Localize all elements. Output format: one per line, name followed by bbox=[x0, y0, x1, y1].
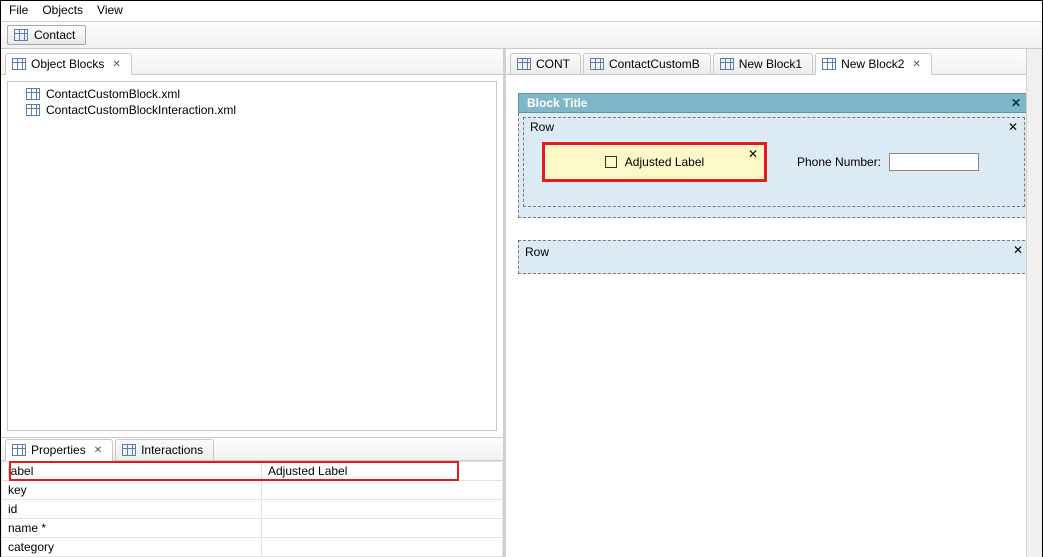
close-icon[interactable]: ✕ bbox=[748, 147, 758, 161]
object-blocks-tabbar: Object Blocks ✕ bbox=[1, 49, 503, 75]
menu-file[interactable]: File bbox=[9, 3, 28, 17]
editor-tab-cont[interactable]: CONT bbox=[510, 53, 581, 75]
properties-panel: label Adjusted Label key id name * categ… bbox=[1, 461, 503, 557]
tree-item[interactable]: ContactCustomBlockInteraction.xml bbox=[10, 102, 494, 118]
row-container[interactable]: Row ✕ ✕ Adjusted Label Phone Number: bbox=[523, 117, 1025, 207]
close-icon[interactable]: ✕ bbox=[94, 445, 102, 456]
table-icon bbox=[822, 58, 836, 70]
table-row[interactable]: category bbox=[2, 538, 503, 557]
tab-object-blocks[interactable]: Object Blocks ✕ bbox=[5, 53, 132, 75]
tree-item[interactable]: ContactCustomBlock.xml bbox=[10, 86, 494, 102]
vertical-scrollbar[interactable] bbox=[1026, 49, 1042, 557]
block-body: Row ✕ ✕ Adjusted Label Phone Number: bbox=[518, 113, 1030, 218]
editor-tab-label: ContactCustomB bbox=[609, 57, 700, 71]
prop-name: label bbox=[2, 462, 262, 481]
editor-tab-label: New Block1 bbox=[739, 57, 802, 71]
tab-interactions-label: Interactions bbox=[141, 443, 203, 457]
editor-tab-label: CONT bbox=[536, 57, 570, 71]
prop-name: name * bbox=[2, 519, 262, 538]
table-row[interactable]: id bbox=[2, 500, 503, 519]
menu-bar: File Objects View bbox=[1, 1, 1042, 22]
tab-object-blocks-label: Object Blocks bbox=[31, 57, 104, 71]
bottom-tabs: Properties ✕ Interactions bbox=[1, 437, 503, 461]
table-icon bbox=[26, 88, 40, 100]
field-label: Phone Number: bbox=[797, 155, 881, 169]
tab-properties-label: Properties bbox=[31, 443, 86, 457]
table-row[interactable]: key bbox=[2, 481, 503, 500]
table-row[interactable]: label Adjusted Label bbox=[2, 462, 503, 481]
tab-properties[interactable]: Properties ✕ bbox=[5, 439, 113, 461]
prop-value[interactable]: Adjusted Label bbox=[262, 462, 503, 481]
editor-tab-newblock2[interactable]: New Block2 ✕ bbox=[815, 53, 932, 75]
editor-tab-contactcustomb[interactable]: ContactCustomB bbox=[583, 53, 711, 75]
row-label: Row bbox=[530, 120, 554, 134]
tree-item-label: ContactCustomBlockInteraction.xml bbox=[46, 103, 236, 117]
prop-name: category bbox=[2, 538, 262, 557]
prop-value[interactable] bbox=[262, 538, 503, 557]
close-icon[interactable]: ✕ bbox=[1011, 96, 1021, 110]
table-icon bbox=[12, 444, 26, 456]
phone-input[interactable] bbox=[889, 153, 979, 171]
breadcrumb-contact-label: Contact bbox=[34, 28, 75, 42]
tab-interactions[interactable]: Interactions bbox=[115, 439, 214, 461]
prop-value[interactable] bbox=[262, 500, 503, 519]
block-canvas[interactable]: Block Title ✕ Row ✕ ✕ Adjusted Label Pho… bbox=[506, 75, 1042, 557]
prop-value[interactable] bbox=[262, 519, 503, 538]
editor-tabs: CONT ContactCustomB New Block1 New Block… bbox=[506, 49, 1042, 75]
row-label: Row bbox=[525, 245, 549, 259]
close-icon[interactable]: ✕ bbox=[1008, 120, 1018, 134]
tree-item-label: ContactCustomBlock.xml bbox=[46, 87, 180, 101]
table-icon bbox=[14, 29, 28, 41]
row-container[interactable]: Row ✕ bbox=[518, 240, 1030, 274]
checkbox-icon[interactable] bbox=[605, 156, 617, 168]
editor-tab-label: New Block2 bbox=[841, 57, 904, 71]
close-icon[interactable]: ✕ bbox=[912, 59, 920, 70]
menu-view[interactable]: View bbox=[97, 3, 123, 17]
table-icon bbox=[26, 104, 40, 116]
menu-objects[interactable]: Objects bbox=[42, 3, 83, 17]
selected-field-adjusted-label[interactable]: ✕ Adjusted Label bbox=[542, 142, 767, 182]
table-row[interactable]: name * bbox=[2, 519, 503, 538]
table-icon bbox=[122, 444, 136, 456]
object-blocks-tree[interactable]: ContactCustomBlock.xml ContactCustomBloc… bbox=[7, 81, 497, 431]
block-title-bar[interactable]: Block Title ✕ bbox=[518, 93, 1030, 113]
prop-name: key bbox=[2, 481, 262, 500]
block-title-text: Block Title bbox=[527, 96, 587, 110]
field-label: Adjusted Label bbox=[625, 155, 704, 169]
editor-tab-newblock1[interactable]: New Block1 bbox=[713, 53, 813, 75]
properties-table: label Adjusted Label key id name * categ… bbox=[1, 461, 503, 557]
toolbar: Contact bbox=[1, 22, 1042, 49]
close-icon[interactable]: ✕ bbox=[1013, 243, 1023, 257]
table-icon bbox=[12, 58, 26, 70]
close-icon[interactable]: ✕ bbox=[112, 59, 120, 70]
breadcrumb-contact[interactable]: Contact bbox=[7, 25, 86, 45]
field-phone-number[interactable]: Phone Number: bbox=[797, 153, 979, 171]
table-icon bbox=[720, 58, 734, 70]
prop-name: id bbox=[2, 500, 262, 519]
table-icon bbox=[517, 58, 531, 70]
prop-value[interactable] bbox=[262, 481, 503, 500]
table-icon bbox=[590, 58, 604, 70]
